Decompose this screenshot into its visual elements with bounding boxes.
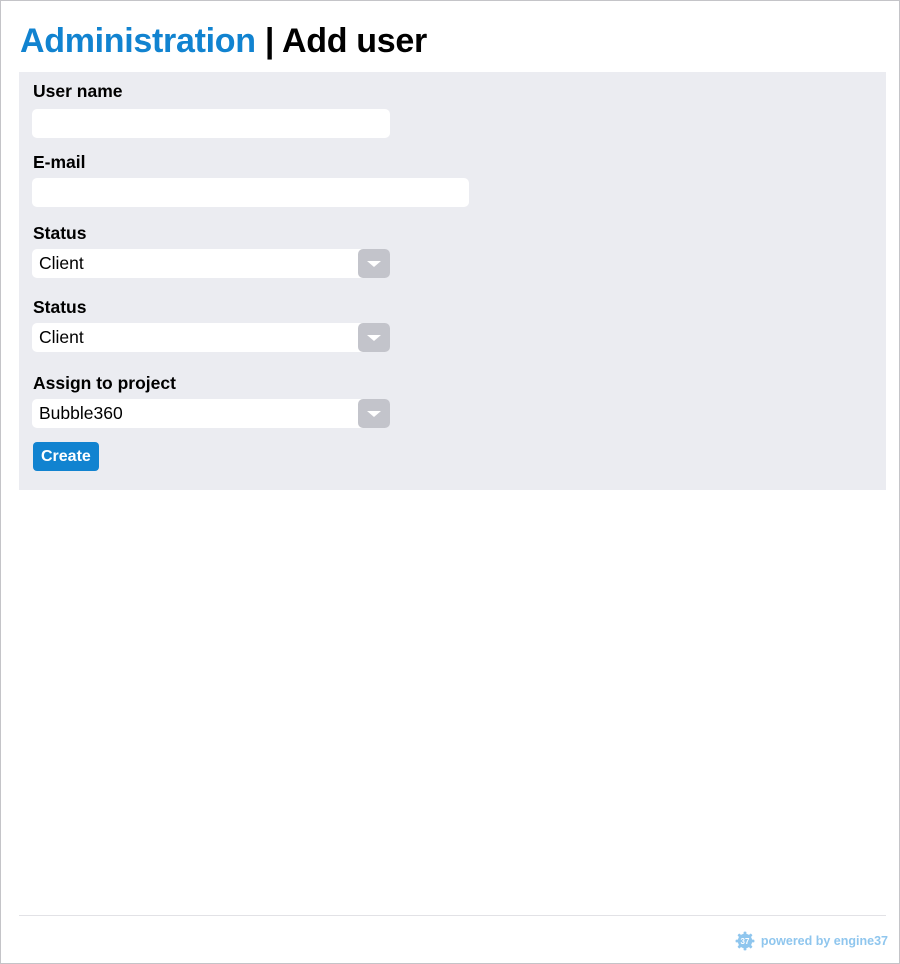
project-select-value: Bubble360 — [39, 403, 123, 423]
footer-credit[interactable]: 37 powered by engine37 — [735, 931, 888, 951]
app-window: Administration | Add user User name E-ma… — [0, 0, 900, 964]
status-select[interactable]: Client — [32, 249, 390, 278]
username-input[interactable] — [32, 109, 390, 138]
project-label: Assign to project — [33, 373, 176, 393]
breadcrumb-administration[interactable]: Administration — [20, 22, 256, 60]
status-label-2: Status — [33, 297, 87, 317]
email-label: E-mail — [33, 152, 86, 172]
gear-badge-icon: 37 — [735, 931, 755, 951]
footer-divider — [19, 915, 886, 916]
status-select-2-toggle[interactable] — [358, 323, 390, 352]
footer-credit-text: powered by engine37 — [760, 934, 888, 948]
status-select-2[interactable]: Client — [32, 323, 390, 352]
chevron-down-icon — [367, 411, 381, 417]
email-input[interactable] — [32, 178, 469, 207]
breadcrumb-current: Add user — [281, 22, 427, 60]
status-select-toggle[interactable] — [358, 249, 390, 278]
username-label: User name — [33, 81, 123, 101]
page-title: Administration | Add user — [20, 21, 427, 61]
create-button[interactable]: Create — [33, 442, 99, 471]
status-select-2-value: Client — [39, 327, 84, 347]
status-label: Status — [33, 223, 87, 243]
add-user-form: User name E-mail Status Client Status Cl… — [19, 72, 886, 490]
project-select[interactable]: Bubble360 — [32, 399, 390, 428]
breadcrumb-separator: | — [264, 22, 275, 60]
chevron-down-icon — [367, 335, 381, 341]
chevron-down-icon — [367, 261, 381, 267]
status-select-value: Client — [39, 253, 84, 273]
badge-number: 37 — [740, 937, 749, 946]
project-select-toggle[interactable] — [358, 399, 390, 428]
